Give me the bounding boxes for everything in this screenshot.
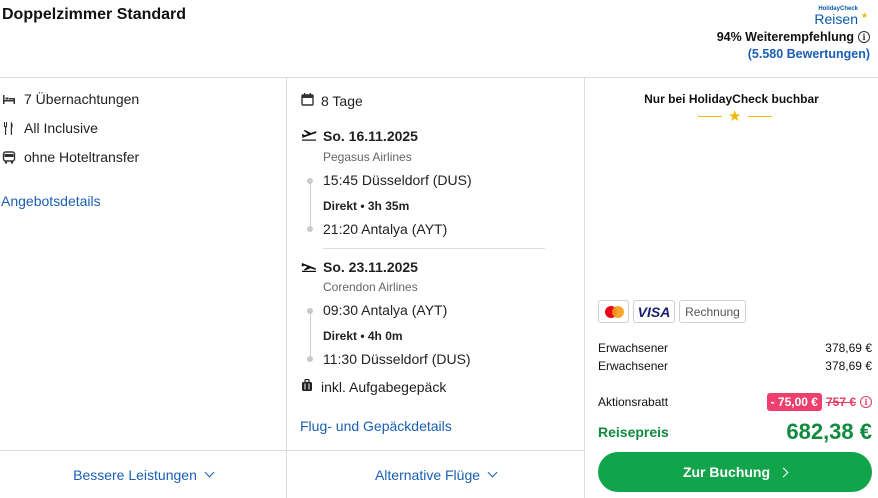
outbound-date: So. 16.11.2025 [301,128,418,144]
flights-column: 8 Tage So. 16.11.2025 Pegasus Airlines 1… [287,78,585,498]
inbound-date-text: So. 23.11.2025 [323,259,418,275]
bus-icon [2,150,16,164]
room-title: Doppelzimmer Standard [2,6,187,23]
cutlery-icon [2,121,16,135]
outbound-direct: Direkt • 3h 35m [323,199,410,213]
offer-header: Doppelzimmer Standard HolidayCheck Reise… [0,0,878,78]
traveler-price-row: Erwachsener 378,69 € [598,359,872,373]
traveler-price: 378,69 € [825,359,872,373]
logo-star-icon: ★ [860,11,868,20]
inbound-airline: Corendon Airlines [323,280,418,294]
flight-separator [323,248,545,249]
inbound-departure: 09:30 Antalya (AYT) [323,302,448,318]
book-button-label: Zur Buchung [682,464,771,480]
better-services-button[interactable]: Bessere Leistungen [0,450,286,498]
alternative-flights-label: Alternative Flüge [374,466,481,483]
baggage-text: inkl. Aufgabegepäck [321,379,447,395]
offer-details-link[interactable]: Angebotsdetails [1,193,101,209]
discount-label: Aktionsrabatt [598,395,669,409]
star-icon: ★ [728,108,742,125]
baggage-info: inkl. Aufgabegepäck [301,378,447,395]
info-icon[interactable]: i [860,396,872,408]
calendar-icon [301,93,314,109]
total-price-row: Reisepreis 682,38 € [598,419,872,445]
inbound-timeline [309,312,311,358]
book-now-button[interactable]: Zur Buchung [598,452,872,492]
feature-label: 7 Übernachtungen [24,91,140,107]
traveler-label: Erwachsener [598,341,669,355]
info-icon[interactable]: i [858,31,870,43]
holidaycheck-logo: HolidayCheck Reisen ★ [814,6,868,26]
payment-methods: VISA Rechnung [598,300,746,323]
flight-details-link[interactable]: Flug- und Gepäckdetails [300,418,452,434]
inbound-direct: Direkt • 4h 0m [323,329,403,343]
total-label: Reisepreis [598,424,669,440]
chevron-down-icon [204,467,215,478]
outbound-date-text: So. 16.11.2025 [323,128,418,144]
outbound-arrival: 21:20 Antalya (AYT) [323,221,448,237]
plane-arrival-icon [301,259,317,275]
timeline-dot [307,308,313,314]
better-services-label: Bessere Leistungen [73,466,197,483]
suitcase-icon [301,378,313,395]
mastercard-icon [598,300,629,323]
total-price: 682,38 € [786,419,872,444]
traveler-price-row: Erwachsener 378,69 € [598,341,872,355]
exclusive-decoration: ★ [698,108,772,125]
timeline-dot [307,356,313,362]
timeline-dot [307,178,313,184]
feature-transfer: ohne Hoteltransfer [2,149,139,165]
reviews-link[interactable]: (5.580 Bewertungen) [748,47,870,61]
chevron-down-icon [487,467,498,478]
features-column: 7 Übernachtungen All Inclusive ohne Hote… [0,78,287,498]
feature-nights: 7 Übernachtungen [2,91,139,107]
invoice-badge: Rechnung [679,300,746,323]
plane-departure-icon [301,128,317,144]
booking-column: Nur bei HolidayCheck buchbar ★ VISA Rech… [585,78,878,498]
recommendation-text: 94% Weiterempfehlung [716,30,854,44]
traveler-label: Erwachsener [598,359,669,373]
recommendation-rating: 94% Weiterempfehlung i [717,30,870,44]
traveler-price: 378,69 € [825,341,872,355]
outbound-airline: Pegasus Airlines [323,150,412,164]
feature-board: All Inclusive [2,120,98,136]
bed-icon [2,92,16,106]
alternative-flights-button[interactable]: Alternative Flüge [287,450,584,498]
visa-icon: VISA [633,300,675,323]
inbound-arrival: 11:30 Düsseldorf (DUS) [323,351,471,367]
exclusive-label: Nur bei HolidayCheck buchbar [644,92,819,106]
inbound-date: So. 23.11.2025 [301,259,418,275]
chevron-right-icon [778,467,789,477]
outbound-timeline [309,182,311,228]
timeline-dot [307,226,313,232]
old-price: 757 € [825,395,856,409]
discount-badge: - 75,00 € [766,393,822,411]
feature-label: ohne Hoteltransfer [24,149,140,165]
duration-text: 8 Tage [321,93,363,109]
trip-duration: 8 Tage [301,93,363,109]
outbound-departure: 15:45 Düsseldorf (DUS) [323,172,472,188]
logo-big-text: Reisen [814,11,858,27]
feature-label: All Inclusive [24,120,98,136]
discount-row: Aktionsrabatt - 75,00 € 757 € i [598,393,872,411]
